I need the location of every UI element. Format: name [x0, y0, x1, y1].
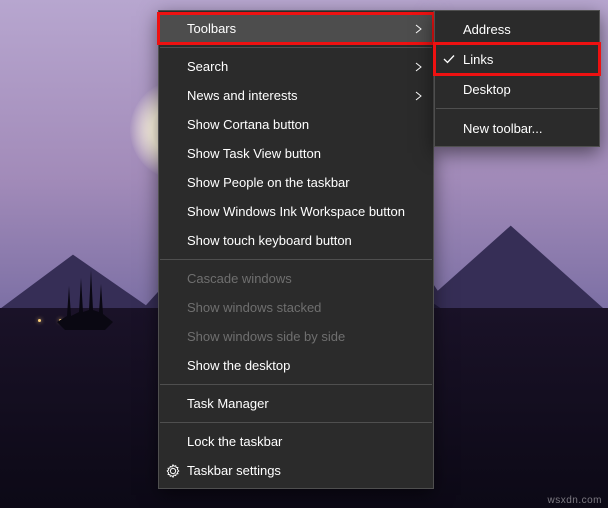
submenu-item-desktop[interactable]: Desktop — [435, 74, 599, 104]
menu-item-label: Cascade windows — [187, 271, 292, 286]
menu-item-label: Search — [187, 59, 228, 74]
menu-separator — [160, 384, 432, 385]
menu-separator — [436, 108, 598, 109]
gear-icon — [165, 463, 181, 479]
menu-item-show-windows-stacked: Show windows stacked — [159, 293, 433, 322]
submenu-item-links[interactable]: Links — [435, 44, 599, 74]
menu-item-label: Show People on the taskbar — [187, 175, 350, 190]
toolbars-submenu: Address Links Desktop New toolbar... — [434, 10, 600, 147]
menu-item-taskbar-settings[interactable]: Taskbar settings — [159, 456, 433, 485]
menu-item-lock-the-taskbar[interactable]: Lock the taskbar — [159, 427, 433, 456]
menu-item-label: Lock the taskbar — [187, 434, 282, 449]
menu-item-news-and-interests[interactable]: News and interests — [159, 81, 433, 110]
menu-item-label: Show windows stacked — [187, 300, 321, 315]
menu-item-label: Show Cortana button — [187, 117, 309, 132]
submenu-item-address[interactable]: Address — [435, 14, 599, 44]
menu-item-label: Links — [463, 52, 493, 67]
menu-item-label: Taskbar settings — [187, 463, 281, 478]
chevron-right-icon — [415, 91, 423, 101]
menu-separator — [160, 259, 432, 260]
menu-item-task-manager[interactable]: Task Manager — [159, 389, 433, 418]
menu-item-show-task-view-button[interactable]: Show Task View button — [159, 139, 433, 168]
menu-item-toolbars[interactable]: Toolbars — [159, 14, 433, 43]
menu-item-label: Show touch keyboard button — [187, 233, 352, 248]
menu-item-label: Toolbars — [187, 21, 236, 36]
submenu-item-new-toolbar[interactable]: New toolbar... — [435, 113, 599, 143]
menu-item-label: News and interests — [187, 88, 298, 103]
menu-item-label: Desktop — [463, 82, 511, 97]
chevron-right-icon — [415, 24, 423, 34]
menu-item-show-touch-keyboard[interactable]: Show touch keyboard button — [159, 226, 433, 255]
menu-item-show-people[interactable]: Show People on the taskbar — [159, 168, 433, 197]
check-icon — [441, 51, 457, 67]
menu-item-cascade-windows: Cascade windows — [159, 264, 433, 293]
menu-item-label: Show windows side by side — [187, 329, 345, 344]
menu-item-label: Show the desktop — [187, 358, 290, 373]
menu-item-label: Task Manager — [187, 396, 269, 411]
chevron-right-icon — [415, 62, 423, 72]
menu-item-label: Show Task View button — [187, 146, 321, 161]
menu-item-label: Address — [463, 22, 511, 37]
menu-item-label: Show Windows Ink Workspace button — [187, 204, 405, 219]
watermark-text: wsxdn.com — [547, 495, 602, 506]
wallpaper-ship — [55, 264, 115, 332]
menu-item-search[interactable]: Search — [159, 52, 433, 81]
menu-item-show-cortana-button[interactable]: Show Cortana button — [159, 110, 433, 139]
menu-item-show-the-desktop[interactable]: Show the desktop — [159, 351, 433, 380]
menu-item-label: New toolbar... — [463, 121, 543, 136]
menu-separator — [160, 47, 432, 48]
menu-item-show-windows-side-by-side: Show windows side by side — [159, 322, 433, 351]
menu-separator — [160, 422, 432, 423]
menu-item-show-ink-workspace[interactable]: Show Windows Ink Workspace button — [159, 197, 433, 226]
taskbar-context-menu: Toolbars Search News and interests Show … — [158, 10, 434, 489]
